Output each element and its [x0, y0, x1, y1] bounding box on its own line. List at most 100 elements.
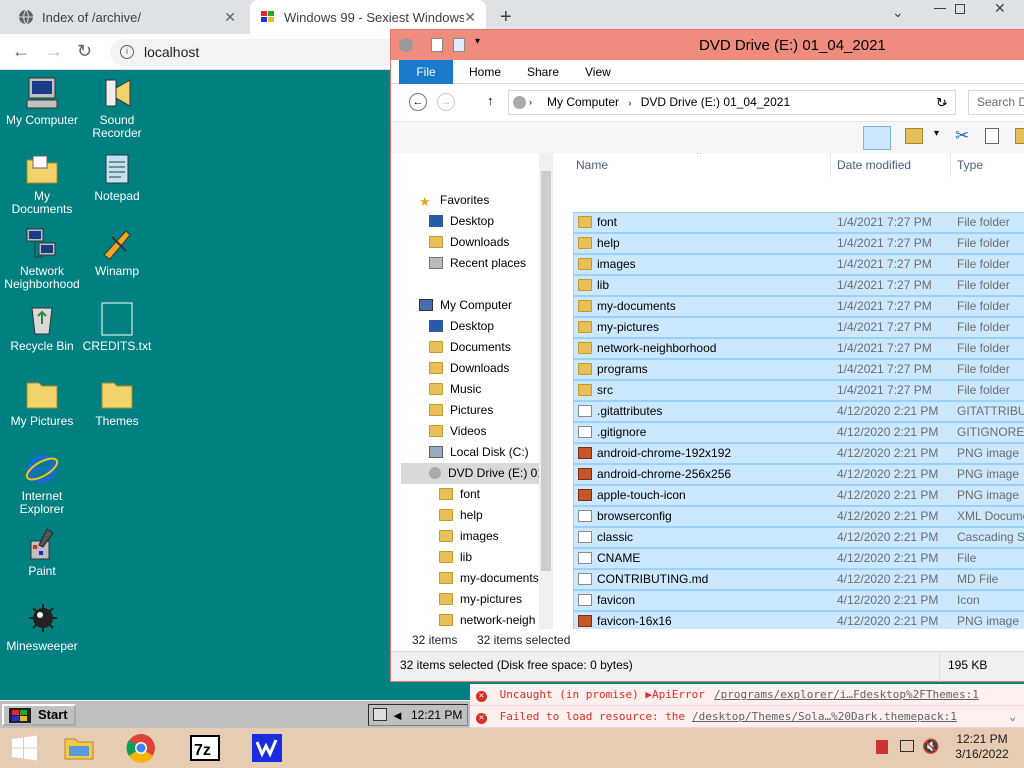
console-error[interactable]: ✕ Failed to load resource: the /desktop/… [470, 706, 1024, 728]
7zip-icon[interactable]: 7z [177, 730, 233, 766]
minimize-icon[interactable] [934, 8, 946, 9]
console-source-link[interactable]: /desktop/Themes/Sola…%20Dark.themepack:1 [692, 706, 957, 727]
file-explorer-icon[interactable] [51, 730, 107, 766]
ribbon-tab-share[interactable]: Share [527, 60, 559, 84]
restore-icon[interactable] [955, 4, 965, 14]
desktop-icon-recycle-bin[interactable]: Recycle Bin [2, 302, 82, 353]
chevron-down-icon[interactable]: ⌄ [1009, 706, 1016, 727]
up-icon[interactable]: ↑ [487, 93, 494, 108]
nav-item-folder[interactable]: images [439, 526, 499, 547]
table-row[interactable]: network-neighborhood 1/4/2021 7:27 PM File… [573, 338, 1024, 359]
nav-item-my-computer[interactable]: My Computer [419, 295, 512, 316]
new-folder-icon[interactable] [453, 38, 465, 52]
back-icon[interactable]: ← [409, 93, 427, 111]
table-row[interactable]: android-chrome-192x192 4/12/2020 2:21 PM P… [573, 443, 1024, 464]
nav-item-downloads[interactable]: Downloads [429, 358, 509, 379]
desktop-icon-notepad[interactable]: Notepad [77, 152, 157, 203]
refresh-icon[interactable]: ↻ [936, 95, 947, 111]
desktop-icon-themes[interactable]: Themes [77, 377, 157, 428]
chrome-icon[interactable] [113, 730, 169, 766]
column-date-modified[interactable]: Date modified [837, 158, 911, 172]
ribbon-tab-file[interactable]: File [399, 60, 453, 84]
paste-icon[interactable] [1015, 128, 1024, 144]
quick-access-dropdown-icon[interactable]: ▾ [475, 36, 480, 47]
desktop-icon-my-documents[interactable]: My Documents [2, 152, 82, 216]
search-input[interactable]: Search DV [968, 90, 1024, 115]
table-row[interactable]: android-chrome-256x256 4/12/2020 2:21 PM P… [573, 464, 1024, 485]
move-to-icon[interactable] [905, 128, 923, 144]
nav-item-downloads[interactable]: Downloads [429, 232, 509, 253]
table-row[interactable]: CNAME 4/12/2020 2:21 PM File [573, 548, 1024, 569]
ribbon-tab-home[interactable]: Home [469, 60, 501, 84]
close-window-icon[interactable]: ✕ [994, 0, 1006, 17]
table-row[interactable]: .gitignore 4/12/2020 2:21 PM GITIGNORE F [573, 422, 1024, 443]
table-row[interactable]: font 1/4/2021 7:27 PM File folder [573, 212, 1024, 233]
back-icon[interactable]: ← [12, 41, 30, 62]
desktop-icon-minesweeper[interactable]: Minesweeper [2, 602, 82, 653]
windows-start-icon[interactable] [0, 730, 48, 766]
desktop-icon-winamp[interactable]: Winamp [77, 227, 157, 278]
table-row[interactable]: help 1/4/2021 7:27 PM File folder [573, 233, 1024, 254]
taskbar-clock[interactable]: 12:21 PM 3/16/2022 [950, 732, 1014, 762]
desktop-icon-my-computer[interactable]: My Computer [2, 76, 82, 127]
browser-tab-archive[interactable]: Index of /archive/ ✕ [8, 0, 246, 34]
table-row[interactable]: my-documents 1/4/2021 7:27 PM File folder [573, 296, 1024, 317]
nav-item-desktop[interactable]: Desktop [429, 316, 494, 337]
winamp-taskbar-icon[interactable] [239, 730, 295, 766]
volume-mute-icon[interactable]: 🔇 [922, 738, 939, 755]
address-breadcrumb[interactable]: › My Computer › DVD Drive (E:) 01_04_202… [508, 90, 956, 115]
network-icon[interactable] [900, 740, 914, 752]
start-button[interactable]: Start [2, 704, 76, 726]
address-bar[interactable]: i localhost [110, 39, 410, 66]
nav-item-folder[interactable]: font [439, 484, 480, 505]
nav-scrollbar[interactable] [539, 153, 553, 629]
breadcrumb-item[interactable]: DVD Drive (E:) 01_04_2021 [641, 95, 790, 109]
desktop-icon-network-neighborhood[interactable]: Network Neighborhood [2, 227, 82, 291]
desktop-icon-credits[interactable]: CREDITS.txt [77, 302, 157, 353]
breadcrumb-item[interactable]: My Computer [547, 95, 619, 109]
table-row[interactable]: lib 1/4/2021 7:27 PM File folder [573, 275, 1024, 296]
nav-item-folder[interactable]: network-neigh [439, 610, 535, 629]
nav-item-recent-places[interactable]: Recent places [429, 253, 526, 274]
reload-icon[interactable]: ↻ [77, 41, 92, 62]
display-icon[interactable] [373, 708, 387, 721]
nav-item-pictures[interactable]: Pictures [429, 400, 493, 421]
nav-item-music[interactable]: Music [429, 379, 481, 400]
desktop-icon-paint[interactable]: Paint [2, 527, 82, 578]
table-row[interactable]: programs 1/4/2021 7:27 PM File folder [573, 359, 1024, 380]
table-row[interactable]: src 1/4/2021 7:27 PM File folder [573, 380, 1024, 401]
table-row[interactable]: images 1/4/2021 7:27 PM File folder [573, 254, 1024, 275]
flag-icon[interactable] [876, 740, 888, 754]
desktop-icon-internet-explorer[interactable]: Internet Explorer [2, 452, 82, 516]
nav-item-folder[interactable]: my-pictures [439, 589, 522, 610]
console-error[interactable]: ✕ Uncaught (in promise) ▶ApiError /progr… [470, 684, 1024, 706]
console-source-link[interactable]: /programs/explorer/i…Fdesktop%2FThemes:1 [714, 684, 979, 705]
table-row[interactable]: CONTRIBUTING.md 4/12/2020 2:21 PM MD File [573, 569, 1024, 590]
forward-icon[interactable]: → [45, 41, 63, 62]
nav-item-local-disk[interactable]: Local Disk (C:) [429, 442, 529, 463]
nav-item-documents[interactable]: Documents [429, 337, 511, 358]
table-row[interactable]: favicon 4/12/2020 2:21 PM Icon [573, 590, 1024, 611]
ribbon-tab-view[interactable]: View [585, 60, 611, 84]
dropdown-icon[interactable]: ▾ [934, 128, 939, 139]
speaker-icon[interactable]: ◄ [391, 706, 404, 726]
new-tab-icon[interactable]: + [500, 6, 512, 29]
copy-icon[interactable] [985, 128, 999, 144]
nav-item-folder[interactable]: my-documents [439, 568, 539, 589]
table-row[interactable]: favicon-16x16 4/12/2020 2:21 PM PNG image [573, 611, 1024, 629]
column-type[interactable]: Type [957, 158, 983, 172]
forward-icon[interactable]: → [437, 93, 455, 111]
explorer-title-bar[interactable]: ▾ DVD Drive (E:) 01_04_2021 [391, 30, 1024, 60]
nav-item-folder[interactable]: help [439, 505, 483, 526]
table-row[interactable]: .gitattributes 4/12/2020 2:21 PM GITATTRIB… [573, 401, 1024, 422]
column-name[interactable]: Name [576, 158, 608, 172]
info-icon[interactable]: i [120, 45, 134, 59]
table-row[interactable]: browserconfig 4/12/2020 2:21 PM XML Docume [573, 506, 1024, 527]
scrollbar-thumb[interactable] [541, 171, 551, 571]
nav-item-folder[interactable]: lib [439, 547, 472, 568]
nav-item-videos[interactable]: Videos [429, 421, 486, 442]
cut-icon[interactable]: ✂ [955, 126, 969, 146]
properties-icon[interactable] [431, 38, 443, 52]
nav-item-dvd-drive[interactable]: DVD Drive (E:) 01_ [401, 463, 551, 484]
table-row[interactable]: classic 4/12/2020 2:21 PM Cascading St [573, 527, 1024, 548]
